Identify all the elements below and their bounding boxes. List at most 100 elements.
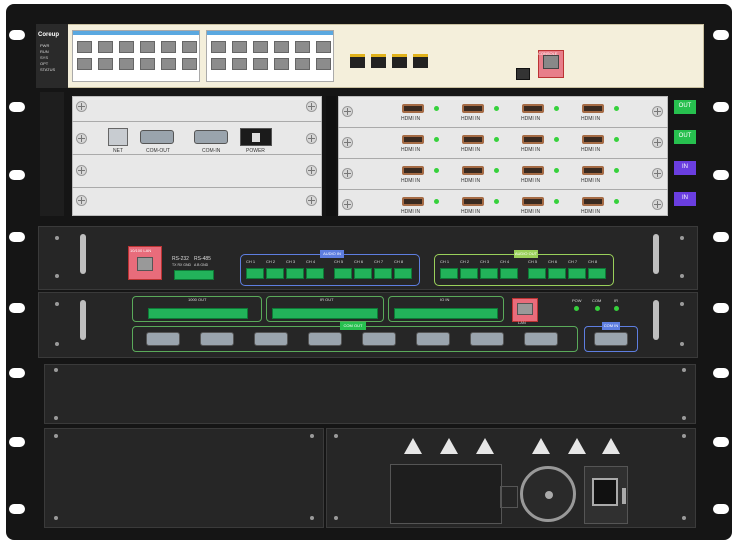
audio-in-terminal[interactable]	[334, 268, 352, 279]
io-terminal-block[interactable]	[394, 308, 498, 319]
ground-warning-icon	[476, 438, 494, 454]
hdmi-input-port[interactable]	[582, 166, 604, 175]
hdmi-input-port[interactable]	[462, 166, 484, 175]
hdmi-input-port[interactable]	[582, 135, 604, 144]
ethernet-port[interactable]	[211, 41, 226, 53]
com-out-db9-port[interactable]	[524, 332, 558, 346]
ethernet-port[interactable]	[182, 58, 197, 70]
mount-hole	[680, 274, 684, 278]
ethernet-port[interactable]	[295, 58, 310, 70]
ethernet-port[interactable]	[77, 41, 92, 53]
com-out-db9-port[interactable]	[308, 332, 342, 346]
audio-out-terminal[interactable]	[548, 268, 566, 279]
sfp-port[interactable]	[413, 54, 428, 68]
hdmi-input-port[interactable]	[462, 104, 484, 113]
control-lan-port[interactable]	[512, 298, 538, 322]
hdmi-input-port[interactable]	[402, 135, 424, 144]
audio-in-terminal[interactable]	[266, 268, 284, 279]
com-out-db9-port[interactable]	[470, 332, 504, 346]
audio-out-terminal[interactable]	[480, 268, 498, 279]
audio-out-terminal[interactable]	[568, 268, 586, 279]
rack-handle[interactable]	[653, 300, 659, 340]
hdmi-input-port[interactable]	[402, 166, 424, 175]
ethernet-port[interactable]	[77, 58, 92, 70]
power-switch[interactable]	[240, 128, 272, 146]
sfp-port[interactable]	[350, 54, 365, 68]
hdmi-input-port[interactable]	[522, 197, 544, 206]
audio-out-terminal[interactable]	[460, 268, 478, 279]
hdmi-input-port[interactable]	[462, 197, 484, 206]
hdmi-input-port[interactable]	[402, 104, 424, 113]
com-out-db9-port[interactable]	[200, 332, 234, 346]
audio-out-terminal[interactable]	[528, 268, 546, 279]
audio-in-terminal[interactable]	[286, 268, 304, 279]
audio-in-terminal[interactable]	[354, 268, 372, 279]
com-out-port[interactable]	[140, 130, 174, 144]
com-out-db9-port[interactable]	[146, 332, 180, 346]
rs-terminal-block[interactable]	[174, 270, 214, 280]
ethernet-port[interactable]	[274, 41, 289, 53]
audio-in-terminal[interactable]	[394, 268, 412, 279]
audio-out-terminal[interactable]	[588, 268, 606, 279]
audio-in-terminal[interactable]	[374, 268, 392, 279]
net-port[interactable]	[108, 128, 128, 146]
hdmi-input-port[interactable]	[522, 135, 544, 144]
channel-label: CH 6	[548, 259, 558, 264]
rack-handle[interactable]	[653, 234, 659, 274]
ethernet-port[interactable]	[253, 58, 268, 70]
com-in-db9-port[interactable]	[594, 332, 628, 346]
hdmi-status-led	[614, 106, 619, 111]
ethernet-port[interactable]	[119, 41, 134, 53]
ethernet-port[interactable]	[316, 58, 331, 70]
hdmi-label: HDMI IN	[461, 178, 481, 184]
usb-port[interactable]	[516, 68, 530, 80]
ethernet-port[interactable]	[161, 58, 176, 70]
hdmi-status-led	[434, 106, 439, 111]
hdmi-input-port[interactable]	[522, 104, 544, 113]
sfp-port[interactable]	[371, 54, 386, 68]
side-tag: OUT	[674, 100, 696, 114]
ac-power-inlet[interactable]	[592, 478, 618, 506]
hdmi-input-port[interactable]	[582, 104, 604, 113]
warning-icon	[532, 438, 550, 454]
com-in-port[interactable]	[194, 130, 228, 144]
audio-in-terminal[interactable]	[246, 268, 264, 279]
ethernet-port[interactable]	[182, 41, 197, 53]
ethernet-port[interactable]	[119, 58, 134, 70]
audio-out-terminal[interactable]	[500, 268, 518, 279]
relay-terminal-block[interactable]	[148, 308, 248, 319]
com-out-db9-port[interactable]	[362, 332, 396, 346]
hdmi-status-led	[494, 168, 499, 173]
ethernet-port[interactable]	[140, 41, 155, 53]
ethernet-port[interactable]	[98, 58, 113, 70]
ethernet-port[interactable]	[232, 41, 247, 53]
ethernet-port[interactable]	[140, 58, 155, 70]
rack-handle[interactable]	[80, 234, 86, 274]
audio-in-terminal[interactable]	[306, 268, 324, 279]
rack-ear-hole	[9, 368, 25, 378]
audio-out-terminal[interactable]	[440, 268, 458, 279]
ethernet-port[interactable]	[232, 58, 247, 70]
ir-terminal-block[interactable]	[272, 308, 378, 319]
hdmi-input-port[interactable]	[462, 135, 484, 144]
mount-hole	[682, 416, 686, 420]
screw	[76, 165, 87, 176]
com-out-db9-port[interactable]	[254, 332, 288, 346]
sfp-port[interactable]	[392, 54, 407, 68]
hdmi-label: HDMI IN	[401, 116, 421, 122]
psu-right-panel	[326, 428, 696, 528]
hdmi-input-port[interactable]	[402, 197, 424, 206]
hdmi-input-port[interactable]	[522, 166, 544, 175]
hdmi-label: HDMI IN	[461, 209, 481, 215]
ethernet-port[interactable]	[98, 41, 113, 53]
ethernet-port[interactable]	[316, 41, 331, 53]
ethernet-port[interactable]	[295, 41, 310, 53]
ethernet-port[interactable]	[253, 41, 268, 53]
com-out-db9-port[interactable]	[416, 332, 450, 346]
hdmi-input-port[interactable]	[582, 197, 604, 206]
rack-handle[interactable]	[80, 300, 86, 340]
ethernet-port[interactable]	[211, 58, 226, 70]
screw	[652, 199, 663, 210]
ethernet-port[interactable]	[161, 41, 176, 53]
ethernet-port[interactable]	[274, 58, 289, 70]
